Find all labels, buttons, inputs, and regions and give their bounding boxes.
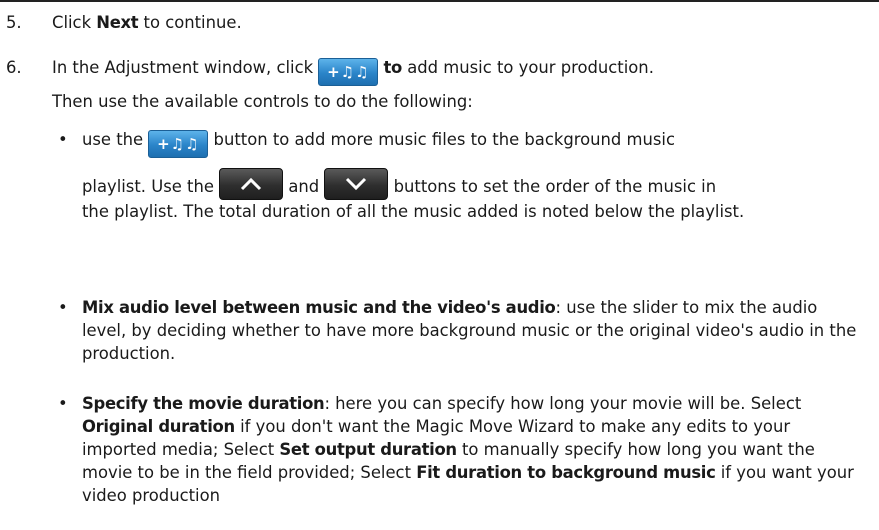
step-text: Click Next to continue. — [52, 11, 852, 34]
move-down-button — [324, 168, 389, 200]
bold-term: Mix audio level between music and the vi… — [82, 298, 556, 317]
bold-term: Original duration — [82, 417, 235, 436]
text: playlist. Use the — [82, 177, 220, 196]
bullet-marker: • — [58, 394, 68, 413]
step-number: 6. — [6, 58, 22, 77]
text: : here you can specify how long your mov… — [324, 394, 802, 413]
bullet-line: playlist. Use the and buttons to set the… — [82, 168, 862, 200]
add-music-button: +♫♫ — [318, 58, 379, 86]
bullet-text: Specify the movie duration: here you can… — [82, 392, 862, 507]
to-keyword: to — [383, 58, 403, 77]
add-music-button: +♫♫ — [148, 130, 209, 158]
step-line: Then use the available controls to do th… — [52, 92, 473, 111]
step-text: In the Adjustment window, click +♫♫ to a… — [52, 56, 852, 113]
bullet-marker: • — [58, 298, 68, 317]
step-number: 5. — [6, 13, 22, 32]
bullet-line: the playlist. The total duration of all … — [82, 202, 745, 221]
next-keyword: Next — [96, 13, 139, 32]
text: use the — [82, 130, 149, 149]
bullet-text: Mix audio level between music and the vi… — [82, 296, 862, 365]
move-up-button — [219, 168, 284, 200]
text: add music to your production. — [402, 58, 654, 77]
chevron-down-icon — [346, 177, 367, 191]
text: to continue. — [138, 13, 242, 32]
top-rule — [0, 0, 879, 2]
chevron-up-icon — [241, 177, 262, 191]
bullet-line: use the +♫♫ button to add more music fil… — [82, 128, 862, 158]
text: button to add more music files to the ba… — [208, 130, 675, 149]
text: and — [283, 177, 325, 196]
bold-term: Specify the movie duration — [82, 394, 325, 413]
bold-term: Set output duration — [279, 440, 457, 459]
text: In the Adjustment window, click — [52, 58, 319, 77]
bullet-text: use the +♫♫ button to add more music fil… — [82, 128, 862, 223]
text: Click — [52, 13, 97, 32]
bullet-marker: • — [58, 130, 68, 149]
bold-term: Fit duration to background music — [416, 463, 716, 482]
step-line: In the Adjustment window, click +♫♫ to a… — [52, 56, 852, 86]
text: buttons to set the order of the music in — [388, 177, 717, 196]
